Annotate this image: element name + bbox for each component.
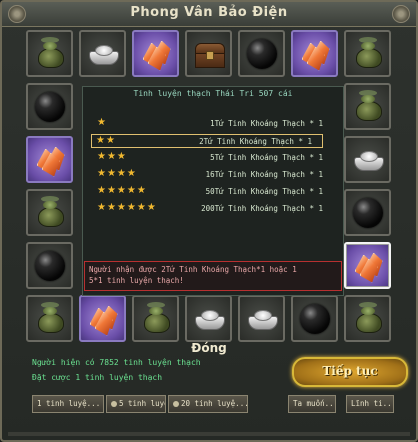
potion-pot-icon bbox=[141, 301, 171, 333]
fire-crystal-icon bbox=[353, 251, 383, 283]
game-window: Phong Vân Bảo Điện Tinh luyện thạch Thái… bbox=[0, 0, 418, 442]
reward-row: ★★★ 5Tứ Tinh Khoáng Thạch * 1 bbox=[93, 151, 333, 165]
potion-pot-icon bbox=[35, 195, 65, 227]
potion-pot-icon bbox=[35, 36, 65, 68]
fire-crystal-icon bbox=[88, 304, 118, 336]
reward-row: ★★★★★★ 200Tứ Tinh Khoáng Thạch * 1 bbox=[93, 202, 333, 216]
claim-button[interactable]: Lĩnh ti... bbox=[346, 395, 394, 413]
star-rating-icon: ★★★★ bbox=[97, 168, 137, 179]
star-rating-icon: ★★★★★★ bbox=[97, 202, 157, 213]
reward-text: 16Tứ Tinh Khoáng Thạch * 1 bbox=[205, 170, 323, 179]
panel-title: Tinh luyện thạch Thái Tri 507 cái bbox=[133, 89, 293, 98]
notice-line: Người nhận được 2Tứ Tinh Khoáng Thạch*1 … bbox=[89, 265, 297, 274]
black-orb-icon bbox=[246, 38, 277, 69]
prize-slot bbox=[79, 295, 126, 342]
prize-slot bbox=[26, 189, 73, 236]
fire-crystal-icon bbox=[300, 39, 330, 71]
potion-pot-icon bbox=[353, 301, 383, 333]
bottom-border bbox=[8, 432, 410, 436]
window-title: Phong Vân Bảo Điện bbox=[130, 5, 288, 20]
reward-list: ★ 1Tứ Tinh Khoáng Thạch * 1 ★★ 2Tứ Tinh … bbox=[91, 117, 333, 227]
silver-ingot-icon bbox=[87, 43, 119, 65]
result-notice: Người nhận được 2Tứ Tinh Khoáng Thạch*1 … bbox=[84, 261, 342, 291]
button-label: Ta muốn... bbox=[293, 399, 336, 408]
star-rating-icon: ★★ bbox=[96, 135, 116, 146]
silver-ingot-icon bbox=[352, 149, 384, 171]
bet-20-button[interactable]: 20 tinh luyệ... bbox=[168, 395, 248, 413]
bet-1-button[interactable]: 1 tinh luyệ... bbox=[32, 395, 104, 413]
star-rating-icon: ★ bbox=[97, 117, 107, 128]
corner-ornament-icon bbox=[392, 5, 410, 23]
button-label: 5 tinh luyệ... bbox=[119, 399, 165, 408]
prize-slot-selected bbox=[344, 242, 391, 289]
prize-slot bbox=[79, 30, 126, 77]
reward-text: 1Tứ Tinh Khoáng Thạch * 1 bbox=[210, 119, 323, 128]
potion-pot-icon bbox=[35, 301, 65, 333]
prize-slot bbox=[26, 30, 73, 77]
radio-icon bbox=[111, 401, 117, 407]
fire-crystal-icon bbox=[35, 145, 65, 177]
potion-pot-icon bbox=[353, 89, 383, 121]
prize-slot bbox=[238, 295, 285, 342]
prize-slot bbox=[291, 295, 338, 342]
current-amount-text: Người hiện có 7852 tinh luyện thạch bbox=[32, 358, 201, 367]
prize-slot bbox=[344, 295, 391, 342]
black-orb-icon bbox=[34, 250, 65, 281]
prize-slot bbox=[132, 30, 179, 77]
fire-crystal-icon bbox=[141, 39, 171, 71]
treasure-chest-icon bbox=[194, 42, 225, 68]
prize-slot bbox=[291, 30, 338, 77]
star-rating-icon: ★★★ bbox=[97, 151, 127, 162]
prize-slot bbox=[238, 30, 285, 77]
bet-amount-text: Đặt cược 1 tinh luyện thạch bbox=[32, 373, 163, 382]
prize-slot bbox=[26, 136, 73, 183]
want-button[interactable]: Ta muốn... bbox=[288, 395, 336, 413]
radio-icon bbox=[173, 401, 179, 407]
bet-5-button[interactable]: 5 tinh luyệ... bbox=[106, 395, 166, 413]
reward-row: ★ 1Tứ Tinh Khoáng Thạch * 1 bbox=[93, 117, 333, 131]
reward-text: 2Tứ Tinh Khoáng Thạch * 1 bbox=[199, 137, 312, 146]
prize-slot bbox=[132, 295, 179, 342]
prize-slot bbox=[344, 189, 391, 236]
prize-slot bbox=[26, 83, 73, 130]
prize-slot bbox=[185, 295, 232, 342]
prize-slot bbox=[26, 242, 73, 289]
black-orb-icon bbox=[352, 197, 383, 228]
button-label: 20 tinh luyệ... bbox=[181, 399, 248, 408]
reward-text: 50Tứ Tinh Khoáng Thạch * 1 bbox=[205, 187, 323, 196]
silver-ingot-icon bbox=[193, 308, 225, 330]
prize-slot bbox=[344, 83, 391, 130]
button-label: 1 tinh luyệ... bbox=[37, 399, 101, 408]
potion-pot-icon bbox=[353, 36, 383, 68]
prize-slot bbox=[26, 295, 73, 342]
close-button[interactable]: Đóng bbox=[2, 341, 416, 355]
silver-ingot-icon bbox=[246, 308, 278, 330]
black-orb-icon bbox=[34, 91, 65, 122]
continue-button[interactable]: Tiếp tục bbox=[292, 357, 408, 387]
reward-row: ★★★★★ 50Tứ Tinh Khoáng Thạch * 1 bbox=[93, 185, 333, 199]
reward-row: ★★★★ 16Tứ Tinh Khoáng Thạch * 1 bbox=[93, 168, 333, 182]
prize-slot bbox=[185, 30, 232, 77]
prize-slot bbox=[344, 30, 391, 77]
reward-row-selected[interactable]: ★★ 2Tứ Tinh Khoáng Thạch * 1 bbox=[91, 134, 323, 148]
black-orb-icon bbox=[299, 303, 330, 334]
continue-label: Tiếp tục bbox=[322, 364, 378, 378]
reward-text: 200Tứ Tinh Khoáng Thạch * 1 bbox=[201, 204, 323, 213]
prize-slot bbox=[344, 136, 391, 183]
star-rating-icon: ★★★★★ bbox=[97, 185, 147, 196]
title-bar: Phong Vân Bảo Điện bbox=[2, 2, 416, 27]
reward-text: 5Tứ Tinh Khoáng Thạch * 1 bbox=[210, 153, 323, 162]
button-label: Lĩnh ti... bbox=[351, 399, 394, 408]
notice-line: 5*1 tinh luyện thạch! bbox=[89, 276, 184, 285]
